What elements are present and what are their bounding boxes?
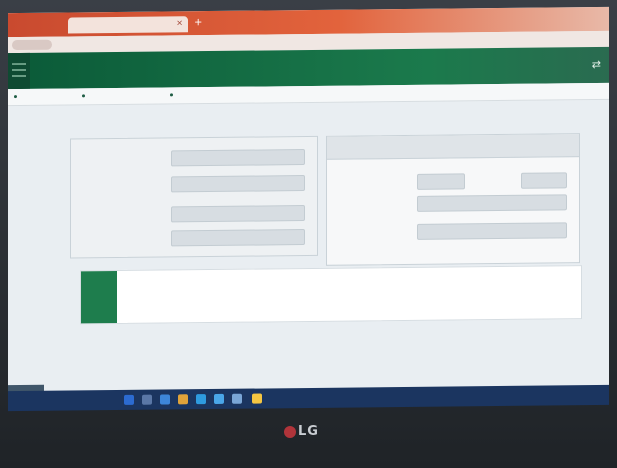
lg-logo-icon xyxy=(284,426,296,438)
notice-box xyxy=(80,265,582,325)
monitor-brand: LG xyxy=(298,424,319,439)
home-icon xyxy=(14,95,17,99)
info-panel xyxy=(70,135,318,259)
task-view-icon[interactable] xyxy=(160,394,170,405)
windows-icon[interactable] xyxy=(124,394,134,405)
address-input[interactable] xyxy=(12,39,52,51)
menu-toggle[interactable] xyxy=(8,52,30,90)
breadcrumb-item[interactable] xyxy=(14,93,20,100)
info-field xyxy=(171,149,305,167)
folder-icon[interactable] xyxy=(178,394,188,405)
mail-icon[interactable] xyxy=(232,393,242,404)
screen: × + ⇄ xyxy=(8,6,609,410)
breadcrumb-item[interactable] xyxy=(170,91,176,98)
panel-header xyxy=(327,134,579,160)
new-tab-icon[interactable]: + xyxy=(194,17,202,28)
info-field xyxy=(171,175,305,193)
breadcrumb-item[interactable] xyxy=(82,92,88,99)
detail-field[interactable] xyxy=(417,222,567,240)
menu-icon xyxy=(12,62,26,80)
edge-icon[interactable] xyxy=(196,394,206,405)
notice-badge xyxy=(81,271,117,324)
date-field[interactable] xyxy=(417,194,567,212)
close-icon[interactable]: × xyxy=(176,18,183,27)
year-field[interactable] xyxy=(417,173,465,190)
browser-tab[interactable]: × xyxy=(68,16,188,34)
switch-icon[interactable]: ⇄ xyxy=(592,58,601,71)
store-icon[interactable] xyxy=(214,393,224,404)
chevron-right-icon xyxy=(170,93,173,97)
search-icon[interactable] xyxy=(142,394,152,405)
info-field xyxy=(171,229,305,247)
chevron-right-icon xyxy=(82,94,85,98)
chrome-icon[interactable] xyxy=(252,393,262,404)
term-field[interactable] xyxy=(521,172,567,189)
info-field xyxy=(171,205,305,223)
detail-panel xyxy=(326,133,580,266)
